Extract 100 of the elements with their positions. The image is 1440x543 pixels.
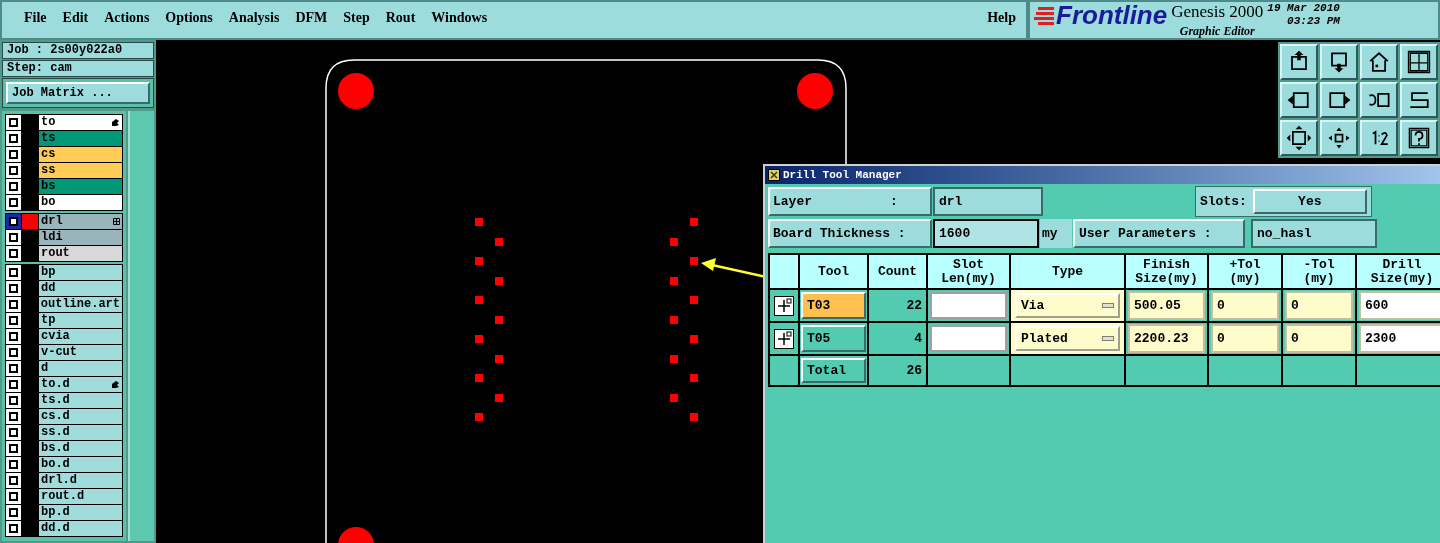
square-icon[interactable] <box>6 329 21 344</box>
square-icon[interactable] <box>6 489 21 504</box>
layer-row[interactable]: d <box>39 361 122 376</box>
square-icon[interactable] <box>6 195 21 210</box>
layer-row[interactable]: bo <box>39 195 122 210</box>
square-icon[interactable] <box>6 361 21 376</box>
layer-row[interactable]: dd <box>39 281 122 296</box>
toolbar-button[interactable] <box>1280 44 1318 80</box>
toolbar-button[interactable] <box>1320 44 1358 80</box>
square-icon[interactable] <box>6 521 21 536</box>
toolbar-button[interactable] <box>1320 120 1358 156</box>
square-icon[interactable] <box>6 377 21 392</box>
layer-row[interactable]: cs.d <box>39 409 122 424</box>
input-field[interactable] <box>930 292 1007 319</box>
input-field[interactable]: 500.05 <box>1128 291 1205 320</box>
square-icon[interactable] <box>6 281 21 296</box>
square-icon[interactable] <box>6 230 21 245</box>
input-field[interactable]: drl <box>933 187 1043 216</box>
layer-row[interactable]: tp <box>39 313 122 328</box>
type-dropdown[interactable]: Via <box>1015 293 1120 318</box>
square-icon[interactable] <box>6 246 21 261</box>
expand-icon[interactable] <box>774 295 794 316</box>
menu-item[interactable]: Analysis <box>220 7 288 28</box>
layer-row[interactable]: to.d <box>39 377 122 392</box>
layer-row[interactable]: bo.d <box>39 457 122 472</box>
toolbar-button[interactable] <box>1360 44 1398 80</box>
layer-row[interactable]: rout.d <box>39 489 122 504</box>
expand-icon[interactable] <box>774 328 794 349</box>
total-button[interactable]: Total <box>801 358 866 383</box>
input-field[interactable]: 2200.23 <box>1128 324 1205 353</box>
menu-item[interactable]: Actions <box>96 7 158 28</box>
layer-row[interactable]: to <box>39 115 122 130</box>
layer-row[interactable]: drl <box>39 214 122 229</box>
menu-item[interactable]: DFM <box>287 7 336 28</box>
square-icon[interactable] <box>6 313 21 328</box>
layer-row[interactable]: rout <box>39 246 122 261</box>
square-icon[interactable] <box>6 457 21 472</box>
layer-row[interactable]: bp.d <box>39 505 122 520</box>
square-icon[interactable] <box>6 505 21 520</box>
input-field[interactable]: 2300 <box>1359 324 1440 353</box>
layer-row[interactable]: bs.d <box>39 441 122 456</box>
layer-row[interactable]: bs <box>39 179 122 194</box>
layer-row[interactable]: dd.d <box>39 521 122 536</box>
tool-button[interactable]: T05 <box>801 325 866 352</box>
square-icon[interactable] <box>6 393 21 408</box>
toolbar-button[interactable] <box>1400 44 1438 80</box>
layer-row[interactable]: ts.d <box>39 393 122 408</box>
layer-row[interactable]: ss <box>39 163 122 178</box>
drill-hole <box>670 316 678 324</box>
menu-item[interactable]: Edit <box>54 7 97 28</box>
user-parameters-button[interactable]: User Parameters : <box>1073 219 1245 248</box>
layer-row[interactable]: bp <box>39 265 122 280</box>
input-field[interactable]: 600 <box>1359 291 1440 320</box>
toolbar-button[interactable] <box>1320 82 1358 118</box>
menu-item[interactable]: File <box>16 7 55 28</box>
input-field[interactable]: no_hasl <box>1251 219 1377 248</box>
square-icon[interactable] <box>6 147 21 162</box>
toolbar-button[interactable] <box>1400 120 1438 156</box>
input-field[interactable]: 0 <box>1211 291 1279 320</box>
menu-item[interactable]: Rout <box>377 7 424 28</box>
input-field[interactable]: 0 <box>1211 324 1279 353</box>
layer-row[interactable]: ldi <box>39 230 122 245</box>
layer-row[interactable]: v-cut <box>39 345 122 360</box>
toolbar-button[interactable] <box>1360 120 1398 156</box>
square-icon[interactable] <box>6 409 21 424</box>
square-icon[interactable] <box>6 163 21 178</box>
menu-item[interactable]: Options <box>157 7 221 28</box>
layer-row[interactable]: outline.art <box>38 297 122 312</box>
input-field[interactable] <box>930 325 1007 352</box>
input-field[interactable]: 0 <box>1285 291 1353 320</box>
layer-row[interactable]: cvia <box>39 329 122 344</box>
layer-row[interactable]: cs <box>39 147 122 162</box>
close-icon[interactable] <box>768 169 780 181</box>
input-field[interactable]: 0 <box>1285 324 1353 353</box>
toolbar-button[interactable] <box>1280 120 1318 156</box>
tool-button[interactable]: T03 <box>801 292 866 319</box>
toolbar-button[interactable] <box>1360 82 1398 118</box>
menu-item[interactable]: Step <box>335 7 378 28</box>
square-icon[interactable] <box>6 473 21 488</box>
layer-row[interactable]: ts <box>39 131 122 146</box>
menu-item[interactable]: Help <box>987 7 1026 28</box>
square-icon[interactable] <box>6 265 21 280</box>
square-icon[interactable] <box>6 179 21 194</box>
square-icon[interactable] <box>6 297 21 312</box>
square-icon[interactable] <box>6 214 21 229</box>
square-icon[interactable] <box>6 425 21 440</box>
square-icon[interactable] <box>6 131 21 146</box>
slots-dropdown[interactable]: Yes <box>1252 189 1367 214</box>
menu-item[interactable]: Windows <box>423 7 496 28</box>
scroll-bar[interactable] <box>128 111 154 541</box>
layer-row[interactable]: ss.d <box>39 425 122 440</box>
input-field[interactable]: 1600 <box>933 219 1039 248</box>
square-icon[interactable] <box>6 345 21 360</box>
square-icon[interactable] <box>6 441 21 456</box>
square-icon[interactable] <box>6 115 21 130</box>
toolbar-button[interactable] <box>1280 82 1318 118</box>
job-matrix-button[interactable]: Job Matrix ... <box>6 82 150 104</box>
type-dropdown[interactable]: Plated <box>1015 326 1120 351</box>
toolbar-button[interactable] <box>1400 82 1438 118</box>
layer-row[interactable]: drl.d <box>39 473 122 488</box>
